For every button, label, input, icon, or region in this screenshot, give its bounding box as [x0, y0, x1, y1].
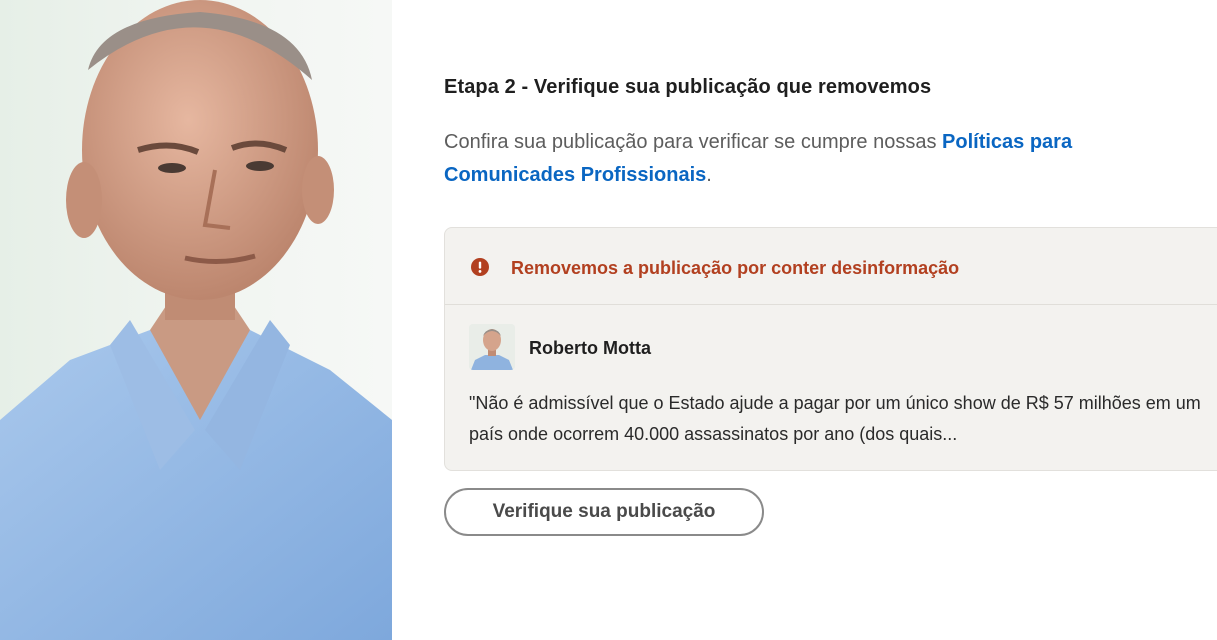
- portrait-photo: [0, 0, 392, 640]
- warning-icon: [471, 258, 489, 276]
- avatar: [469, 324, 515, 370]
- avatar-image: [469, 324, 515, 370]
- description-end: .: [706, 164, 712, 186]
- verify-publication-button[interactable]: Verifique sua publicação: [444, 488, 764, 536]
- portrait-illustration: [0, 0, 392, 640]
- removed-post-card: Removemos a publicação por conter desinf…: [444, 227, 1217, 471]
- panel-divider: [392, 0, 397, 640]
- description-text: Confira sua publicação para verificar se…: [444, 131, 937, 153]
- step-description: Confira sua publicação para verificar se…: [444, 126, 1204, 192]
- post-author-name[interactable]: Roberto Motta: [529, 338, 651, 359]
- post-excerpt: "Não é admissível que o Estado ajude a p…: [469, 393, 1201, 444]
- verification-panel: Etapa 2 - Verifique sua publicação que r…: [444, 0, 1217, 640]
- removal-notice-text: Removemos a publicação por conter desinf…: [511, 258, 960, 278]
- removal-notice: Removemos a publicação por conter desinf…: [445, 228, 1217, 305]
- step-title: Etapa 2 - Verifique sua publicação que r…: [444, 76, 932, 98]
